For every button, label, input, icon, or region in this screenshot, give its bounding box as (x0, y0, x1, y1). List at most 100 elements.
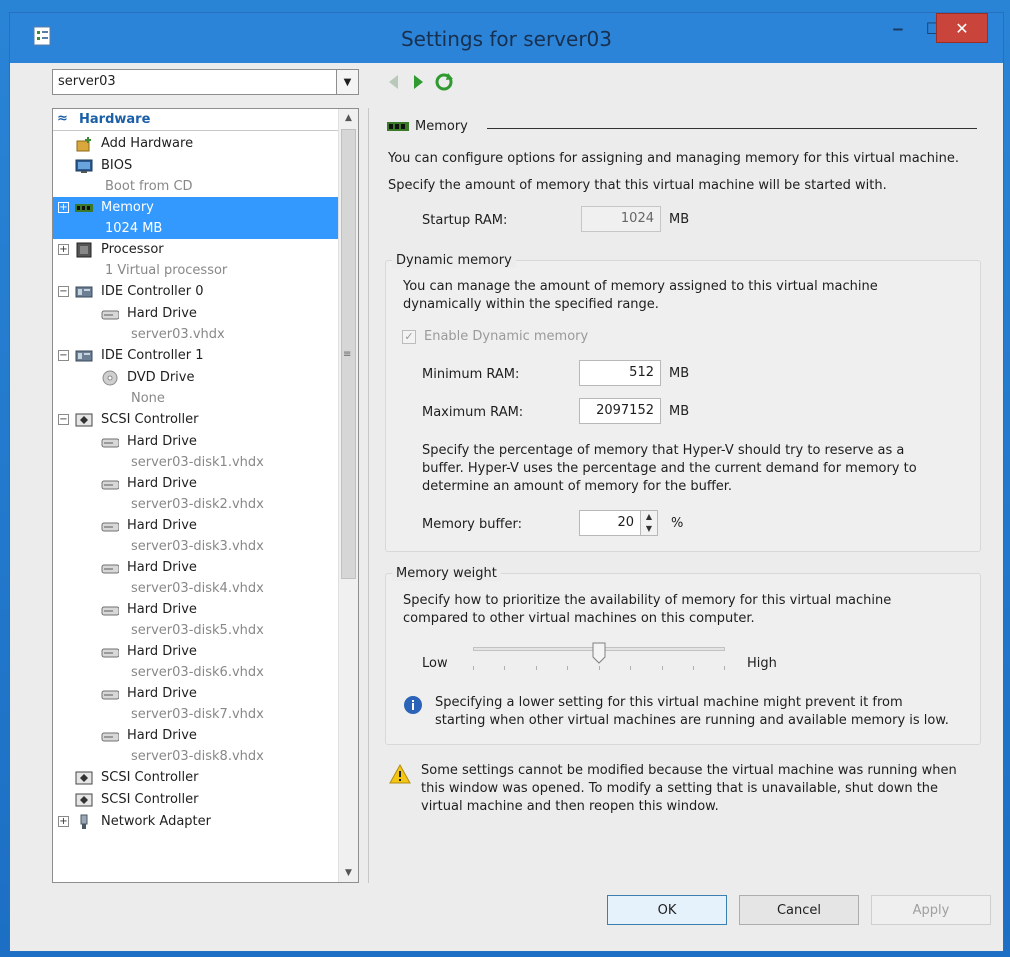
ok-button[interactable]: OK (607, 895, 727, 925)
apply-button[interactable]: Apply (871, 895, 991, 925)
weight-low-label: Low (422, 656, 448, 671)
tree-scrollbar[interactable]: ▲ ≡ ▼ (338, 109, 358, 882)
tree-item-hard-drive[interactable]: Hard Drive (53, 599, 339, 621)
slider-tick (599, 666, 600, 670)
startup-ram-input[interactable]: 1024 (581, 206, 661, 232)
tree-item-processor[interactable]: + Processor (53, 239, 339, 261)
tree-item-bios[interactable]: BIOS (53, 155, 339, 177)
tree-item-hard-drive[interactable]: Hard Drive (53, 303, 339, 325)
tree-item-scsi-controller[interactable]: − SCSI Controller (53, 409, 339, 431)
tree-item-hard-drive[interactable]: Hard Drive (53, 725, 339, 747)
close-button[interactable]: ✕ (936, 13, 988, 43)
tree-item-detail[interactable]: server03-disk5.vhdx (53, 621, 339, 641)
tree-expander-icon[interactable]: − (58, 350, 69, 361)
dynamic-desc-line2: dynamically within the specified range. (403, 297, 659, 312)
refresh-icon[interactable] (433, 71, 455, 93)
tree-item-detail[interactable]: server03-disk3.vhdx (53, 537, 339, 557)
weight-desc-line2: compared to other virtual machines on th… (403, 611, 755, 626)
cancel-button[interactable]: Cancel (739, 895, 859, 925)
section-divider (487, 128, 977, 129)
spin-up-icon[interactable]: ▲ (641, 511, 657, 523)
memory-buffer-unit: % (671, 516, 684, 531)
tree-item-label: Hard Drive (127, 602, 197, 617)
memory-buffer-spinner[interactable]: ▲ ▼ (640, 510, 658, 536)
tree-item-detail-text: Boot from CD (105, 179, 193, 194)
tree-item-label: Add Hardware (101, 136, 194, 151)
vm-selector-value: server03 (58, 74, 116, 89)
tree-item-hard-drive[interactable]: Hard Drive (53, 431, 339, 453)
tree-item-label: Hard Drive (127, 518, 197, 533)
chevron-down-icon[interactable]: ▼ (336, 70, 358, 94)
tree-item-hard-drive[interactable]: Hard Drive (53, 557, 339, 579)
tree-item-scsi-controller[interactable]: SCSI Controller (53, 789, 339, 811)
tree-item-hard-drive[interactable]: Hard Drive (53, 683, 339, 705)
collapse-chevron-icon[interactable]: ≈ (57, 111, 68, 126)
tree-item-label: Processor (101, 242, 164, 257)
tree-item-add-hardware[interactable]: Add Hardware (53, 133, 339, 155)
tree-item-scsi-controller[interactable]: SCSI Controller (53, 767, 339, 789)
tree-expander-icon[interactable]: − (58, 414, 69, 425)
tree-expander-icon[interactable]: − (58, 286, 69, 297)
dvd-drive-icon (102, 370, 118, 386)
hardware-tree[interactable]: ≈ Hardware Add Hardware BIOS Boot from CD +… (52, 108, 359, 883)
tree-item-label: Hard Drive (127, 560, 197, 575)
window-client-area: server03 ▼ ≈ Hardware Add Hardware BIOS Bo… (19, 63, 994, 943)
enable-dynamic-memory-checkbox[interactable]: ✓ (402, 330, 416, 344)
hardware-category-header[interactable]: ≈ Hardware (53, 109, 339, 131)
slider-thumb[interactable] (592, 642, 606, 664)
tree-expander-icon[interactable]: + (58, 202, 69, 213)
network-adapter-icon (80, 814, 88, 829)
forward-arrow-icon[interactable] (407, 71, 429, 93)
memory-buffer-input[interactable]: 20 (579, 510, 641, 536)
tree-expander-icon[interactable]: + (58, 244, 69, 255)
ide-controller-icon (75, 350, 93, 362)
hard-drive-icon (101, 310, 119, 320)
tree-item-detail[interactable]: 1 Virtual processor (53, 261, 339, 281)
vm-selector-dropdown[interactable]: server03 ▼ (52, 69, 359, 95)
minimum-ram-input[interactable]: 512 (579, 360, 661, 386)
memory-weight-slider[interactable] (473, 642, 725, 674)
tree-item-detail[interactable]: server03-disk1.vhdx (53, 453, 339, 473)
slider-tick (662, 666, 663, 670)
tree-item-ide-controller-0[interactable]: − IDE Controller 0 (53, 281, 339, 303)
scroll-up-icon[interactable]: ▲ (339, 109, 358, 127)
tree-item-detail[interactable]: server03.vhdx (53, 325, 339, 345)
warning-icon (389, 764, 411, 784)
slider-tick (567, 666, 568, 670)
weight-desc-line1: Specify how to prioritize the availabili… (403, 593, 892, 608)
warning-line2: this window was opened. To modify a sett… (421, 781, 939, 796)
tree-expander-icon[interactable]: + (58, 816, 69, 827)
tree-item-detail[interactable]: server03-disk4.vhdx (53, 579, 339, 599)
spin-down-icon[interactable]: ▼ (641, 523, 657, 535)
tree-item-detail[interactable]: server03-disk2.vhdx (53, 495, 339, 515)
slider-tick (724, 666, 725, 670)
slider-tick (473, 666, 474, 670)
tree-item-detail[interactable]: server03-disk7.vhdx (53, 705, 339, 725)
tree-item-ide-controller-1[interactable]: − IDE Controller 1 (53, 345, 339, 367)
weight-info-line2: starting when other virtual machines are… (435, 713, 949, 728)
tree-item-detail[interactable]: None (53, 389, 339, 409)
info-icon (404, 696, 422, 714)
tree-item-detail[interactable]: 1024 MB (53, 219, 339, 239)
tree-item-hard-drive[interactable]: Hard Drive (53, 641, 339, 663)
enable-dynamic-memory-label: Enable Dynamic memory (424, 329, 589, 344)
tree-item-detail[interactable]: Boot from CD (53, 177, 339, 197)
tree-item-memory[interactable]: + Memory (53, 197, 339, 219)
weight-high-label: High (747, 656, 777, 671)
tree-item-dvd-drive[interactable]: DVD Drive (53, 367, 339, 389)
tree-item-detail[interactable]: server03-disk6.vhdx (53, 663, 339, 683)
ide-controller-icon (75, 286, 93, 298)
hard-drive-icon (101, 732, 119, 742)
tree-item-hard-drive[interactable]: Hard Drive (53, 473, 339, 495)
tree-item-detail[interactable]: server03-disk8.vhdx (53, 747, 339, 767)
tree-item-hard-drive[interactable]: Hard Drive (53, 515, 339, 537)
maximum-ram-input[interactable]: 2097152 (579, 398, 661, 424)
tree-item-label: DVD Drive (127, 370, 195, 385)
tree-item-label: Hard Drive (127, 686, 197, 701)
bios-icon (75, 159, 93, 173)
tree-item-label: Hard Drive (127, 728, 197, 743)
back-arrow-icon[interactable] (383, 71, 405, 93)
scroll-down-icon[interactable]: ▼ (339, 864, 358, 882)
title-bar[interactable]: Settings for server03 ‒ ☐ ✕ (10, 13, 1003, 63)
tree-item-network-adapter[interactable]: + Network Adapter (53, 811, 339, 833)
